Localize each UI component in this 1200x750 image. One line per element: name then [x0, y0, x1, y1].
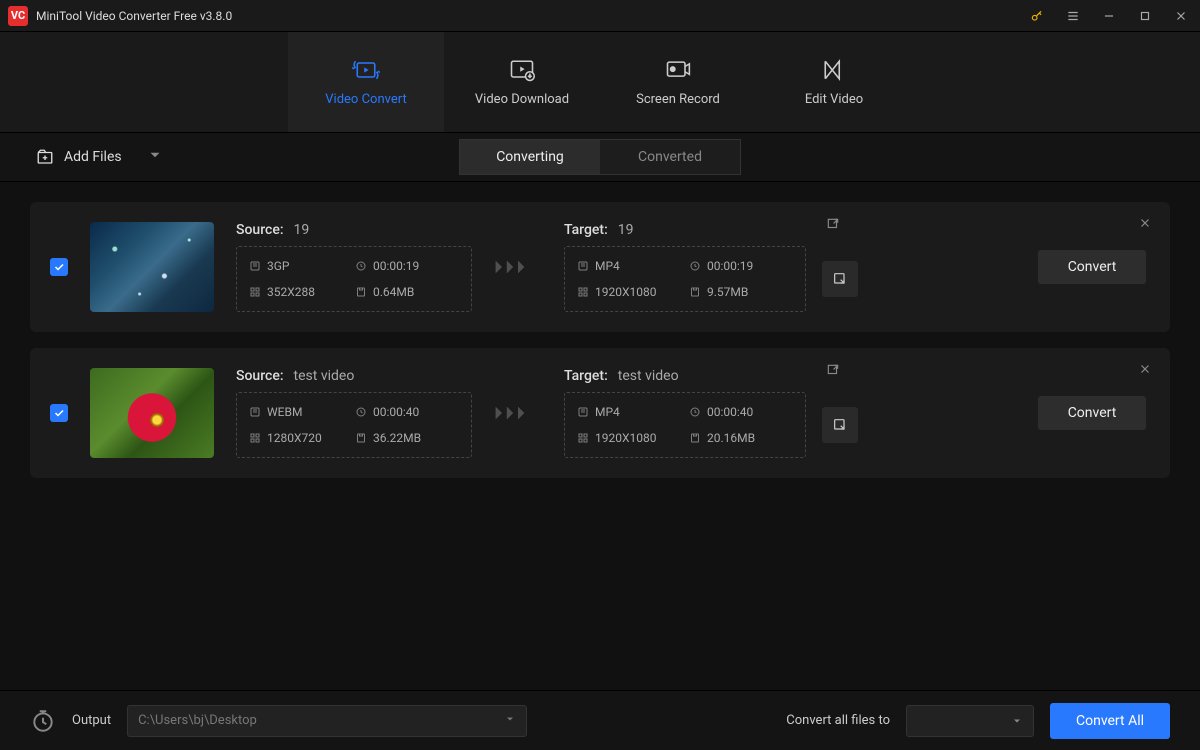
convert-button[interactable]: Convert — [1038, 250, 1146, 284]
source-label: Source: — [236, 368, 284, 384]
conversion-item: Source: test video WEBM 00:00:40 1280X72… — [30, 348, 1170, 478]
add-files-label: Add Files — [64, 149, 122, 165]
status-tab-switch: Converting Converted — [459, 139, 741, 175]
target-resolution: 1920X1080 — [595, 285, 656, 299]
output-path-dropdown[interactable]: C:\Users\bj\Desktop — [127, 705, 527, 737]
edit-item-icon[interactable] — [826, 216, 840, 235]
target-format: MP4 — [595, 405, 620, 419]
menu-icon[interactable] — [1062, 5, 1084, 27]
source-info: WEBM 00:00:40 1280X720 36.22MB — [236, 392, 472, 458]
target-size: 20.16MB — [707, 431, 755, 445]
target-size: 9.57MB — [707, 285, 748, 299]
nav-edit-video[interactable]: Edit Video — [756, 32, 912, 132]
nav-screen-record[interactable]: Screen Record — [600, 32, 756, 132]
target-resolution: 1920X1080 — [595, 431, 656, 445]
source-info: 3GP 00:00:19 352X288 0.64MB — [236, 246, 472, 312]
convert-all-button[interactable]: Convert All — [1050, 703, 1170, 739]
chevron-down-icon — [504, 713, 516, 729]
nav-video-download[interactable]: Video Download — [444, 32, 600, 132]
titlebar: VC MiniTool Video Converter Free v3.8.0 — [0, 0, 1200, 32]
nav-label: Video Download — [475, 92, 569, 107]
convert-button[interactable]: Convert — [1038, 396, 1146, 430]
source-duration: 00:00:40 — [373, 405, 419, 419]
tab-converted[interactable]: Converted — [600, 140, 740, 174]
source-label: Source: — [236, 222, 284, 238]
target-settings-button[interactable] — [822, 261, 858, 297]
target-name: 19 — [618, 222, 634, 238]
item-checkbox[interactable] — [50, 404, 68, 422]
target-info: MP4 00:00:40 1920X1080 20.16MB — [564, 392, 806, 458]
maximize-button[interactable] — [1134, 5, 1156, 27]
nav-label: Screen Record — [636, 92, 720, 107]
source-size: 0.64MB — [373, 285, 414, 299]
tab-converting[interactable]: Converting — [460, 140, 600, 174]
target-settings-button[interactable] — [822, 407, 858, 443]
nav-label: Video Convert — [325, 92, 406, 107]
target-block: Target: 19 MP4 00:00:19 1920X1080 9.57MB — [564, 222, 858, 312]
nav-label: Edit Video — [805, 92, 863, 107]
arrow-icon — [494, 403, 542, 423]
target-name: test video — [618, 368, 679, 384]
video-thumbnail — [90, 222, 214, 312]
target-info: MP4 00:00:19 1920X1080 9.57MB — [564, 246, 806, 312]
target-block: Target: test video MP4 00:00:40 1920X108… — [564, 368, 858, 458]
upgrade-key-icon[interactable] — [1026, 5, 1048, 27]
nav-video-convert[interactable]: Video Convert — [288, 32, 444, 132]
edit-item-icon[interactable] — [826, 362, 840, 381]
footer-bar: Output C:\Users\bj\Desktop Convert all f… — [0, 690, 1200, 750]
item-checkbox[interactable] — [50, 258, 68, 276]
history-icon[interactable] — [30, 708, 56, 734]
output-path-value: C:\Users\bj\Desktop — [138, 713, 257, 728]
source-size: 36.22MB — [373, 431, 421, 445]
target-duration: 00:00:19 — [707, 259, 753, 273]
arrow-icon — [494, 257, 542, 277]
remove-item-icon[interactable] — [1138, 216, 1152, 230]
source-resolution: 352X288 — [267, 285, 315, 299]
source-name: test video — [294, 368, 355, 384]
target-duration: 00:00:40 — [707, 405, 753, 419]
close-button[interactable] — [1170, 5, 1192, 27]
video-thumbnail — [90, 368, 214, 458]
source-resolution: 1280X720 — [267, 431, 322, 445]
source-block: Source: 19 3GP 00:00:19 352X288 0.64MB — [236, 222, 472, 312]
output-label: Output — [72, 713, 111, 728]
convert-all-to-dropdown[interactable] — [906, 705, 1034, 737]
app-title: MiniTool Video Converter Free v3.8.0 — [36, 9, 1018, 23]
add-files-dropdown-icon[interactable] — [146, 146, 164, 168]
target-label: Target: — [564, 222, 608, 238]
convert-all-to-label: Convert all files to — [786, 713, 890, 728]
target-format: MP4 — [595, 259, 620, 273]
source-format: WEBM — [267, 405, 302, 419]
conversion-item: Source: 19 3GP 00:00:19 352X288 0.64MB T… — [30, 202, 1170, 332]
minimize-button[interactable] — [1098, 5, 1120, 27]
add-files-button[interactable]: Add Files — [36, 146, 164, 168]
source-format: 3GP — [267, 259, 290, 273]
source-duration: 00:00:19 — [373, 259, 419, 273]
remove-item-icon[interactable] — [1138, 362, 1152, 376]
source-name: 19 — [294, 222, 310, 238]
target-label: Target: — [564, 368, 608, 384]
source-block: Source: test video WEBM 00:00:40 1280X72… — [236, 368, 472, 458]
main-nav: Video Convert Video Download Screen Reco… — [0, 32, 1200, 132]
toolbar: Add Files Converting Converted — [0, 132, 1200, 182]
app-logo: VC — [8, 6, 28, 26]
conversion-list: Source: 19 3GP 00:00:19 352X288 0.64MB T… — [0, 182, 1200, 498]
